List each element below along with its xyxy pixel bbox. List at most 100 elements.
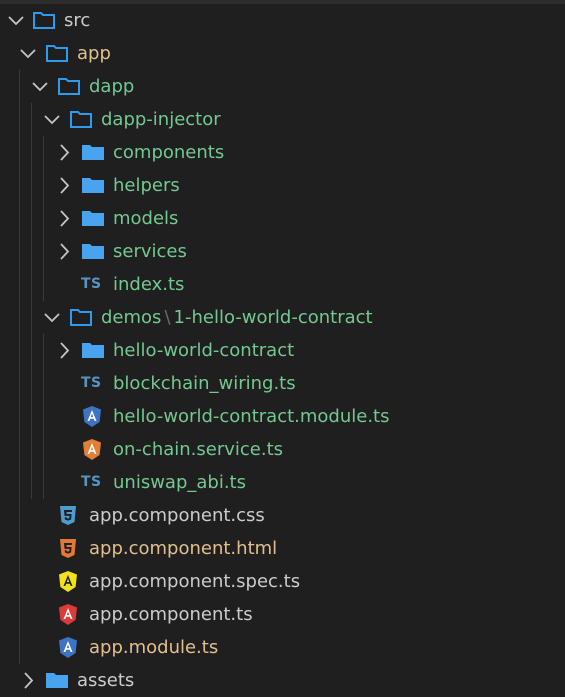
folder-icon [81,235,105,268]
indent-guide [19,400,20,433]
chevron-down-icon[interactable] [41,103,63,136]
chevron-right-icon[interactable] [53,169,75,202]
indent-guide [31,136,32,169]
tree-item-label: blockchain_wiring.ts [113,373,296,394]
indent-guide [43,235,44,268]
tree-item-label: app.component.spec.ts [89,571,301,592]
indent-guide [31,235,32,268]
tree-item-app-component-css[interactable]: app.component.css [0,499,565,532]
chevron-right-icon[interactable] [53,334,75,367]
chevron-down-icon[interactable] [5,4,27,37]
indent-guide [43,334,44,367]
indent-guide [31,334,32,367]
tree-item-hello-world-module[interactable]: hello-world-contract.module.ts [0,400,565,433]
indent-guide [19,565,20,598]
chevron-down-icon[interactable] [29,70,51,103]
demos-segment[interactable]: demos [101,307,161,328]
indent-guide [31,169,32,202]
folder-icon [81,136,105,169]
tree-item-blockchain-wiring[interactable]: TS blockchain_wiring.ts [0,367,565,400]
folder-open-icon [57,70,81,103]
chevron-right-icon[interactable] [17,664,39,697]
indent-guide [19,169,20,202]
tree-item-dapp-injector[interactable]: dapp-injector [0,103,565,136]
chevron-right-icon[interactable] [53,136,75,169]
typescript-icon: TS [81,375,102,391]
indent-guide [19,136,20,169]
angular-service-icon [81,433,105,466]
tree-item-app-component-spec[interactable]: app.component.spec.ts [0,565,565,598]
indent-guide [31,367,32,400]
indent-guide [43,268,44,301]
folder-open-icon [32,4,56,37]
tree-item-hello-world-contract[interactable]: hello-world-contract [0,334,565,367]
tree-item-uniswap-abi[interactable]: TS uniswap_abi.ts [0,466,565,499]
indent-guide [19,235,20,268]
folder-icon [81,202,105,235]
indent-guide [31,466,32,499]
indent-guide [31,433,32,466]
folder-open-icon [69,103,93,136]
indent-guide [43,400,44,433]
chevron-down-icon[interactable] [17,37,39,70]
indent-guide [19,103,20,136]
indent-guide [43,433,44,466]
tree-item-label: hello-world-contract [113,340,295,361]
chevron-right-icon[interactable] [53,202,75,235]
indent-guide [43,466,44,499]
angular-module-icon [57,631,81,664]
tree-item-label: hello-world-contract.module.ts [113,406,390,427]
indent-guide [19,268,20,301]
tree-item-index-ts[interactable]: TS index.ts [0,268,565,301]
tree-item-components[interactable]: components [0,136,565,169]
tree-item-models[interactable]: models [0,202,565,235]
html5-icon [57,532,81,565]
angular-module-icon [81,400,105,433]
tree-item-label: assets [77,670,135,691]
typescript-icon: TS [81,276,102,292]
angular-component-icon [57,598,81,631]
chevron-down-icon[interactable] [41,301,63,334]
angular-spec-icon [57,565,81,598]
indent-guide [31,202,32,235]
indent-guide [43,202,44,235]
tree-item-app-component-ts[interactable]: app.component.ts [0,598,565,631]
folder-open-icon [45,37,69,70]
indent-guide [31,400,32,433]
indent-guide [19,598,20,631]
indent-guide [43,136,44,169]
tree-item-label: index.ts [113,274,185,295]
folder-open-icon [69,301,93,334]
tree-item-app[interactable]: app [0,37,565,70]
indent-guide [19,466,20,499]
tree-item-label: uniswap_abi.ts [113,472,246,493]
tree-item-demos[interactable]: demos \ 1-hello-world-contract [0,301,565,334]
tree-item-label: helpers [113,175,180,196]
tree-item-label: app.module.ts [89,637,219,658]
tree-item-services[interactable]: services [0,235,565,268]
indent-guide [19,499,20,532]
tree-item-dapp[interactable]: dapp [0,70,565,103]
tree-item-label: dapp [89,76,135,97]
tree-item-on-chain-service[interactable]: on-chain.service.ts [0,433,565,466]
tree-item-app-module[interactable]: app.module.ts [0,631,565,664]
chevron-right-icon[interactable] [53,235,75,268]
tree-item-label: dapp-injector [101,109,221,130]
tree-item-src[interactable]: src [0,4,565,37]
folder-icon [45,664,69,697]
path-separator: \ [164,307,171,328]
compact-folder-label: demos \ 1-hello-world-contract [101,301,373,334]
indent-guide [43,169,44,202]
tree-item-app-component-html[interactable]: app.component.html [0,532,565,565]
tree-item-helpers[interactable]: helpers [0,169,565,202]
hello-world-segment[interactable]: 1-hello-world-contract [174,307,373,328]
indent-guide [19,202,20,235]
indent-guide [31,301,32,334]
folder-icon [81,169,105,202]
tree-item-label: app.component.html [89,538,278,559]
tree-item-assets[interactable]: assets [0,664,565,697]
indent-guide [19,532,20,565]
tree-item-label: services [113,241,187,262]
typescript-icon: TS [81,474,102,490]
tree-item-label: app.component.css [89,505,265,526]
